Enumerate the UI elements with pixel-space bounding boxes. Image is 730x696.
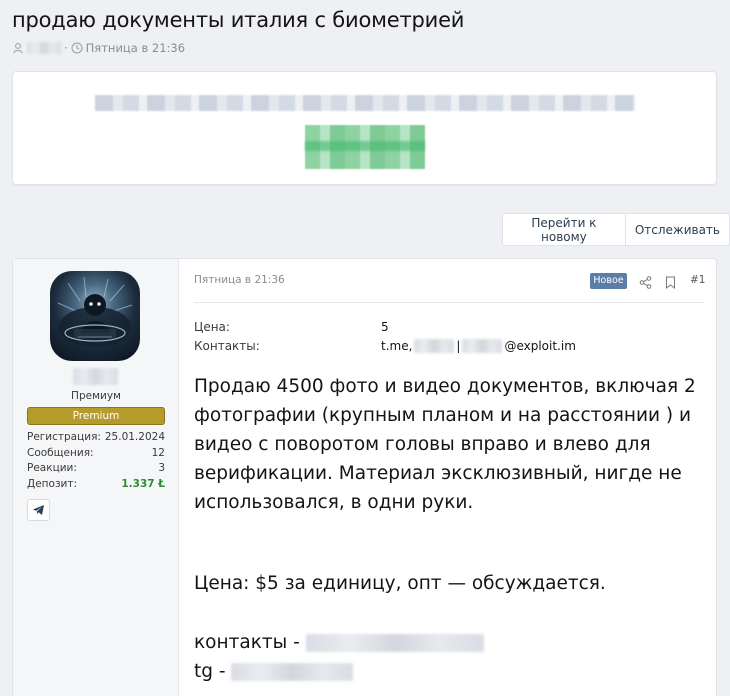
stat-deposit: Депозит: 1.337 Ł bbox=[27, 477, 165, 490]
bookmark-icon[interactable] bbox=[665, 274, 676, 289]
notice-banner bbox=[12, 71, 717, 185]
stat-registration: Регистрация: 25.01.2024 bbox=[27, 431, 165, 443]
field-contacts-label: Контакты: bbox=[194, 339, 260, 353]
thread-title: продаю документы италия с биометрией bbox=[12, 8, 465, 32]
post-contacts-blurred bbox=[305, 634, 484, 652]
stat-reactions: Реакции: 3 bbox=[27, 462, 165, 474]
thread-actions: Перейти к новому Отслеживать bbox=[502, 213, 730, 246]
author-sidebar: Премиум Premium Регистрация: 25.01.2024 С… bbox=[13, 259, 179, 696]
field-price-label: Цена: bbox=[194, 320, 230, 334]
post-tg-blurred bbox=[231, 663, 354, 681]
premium-banner: Premium bbox=[27, 407, 165, 425]
thread-author-name[interactable] bbox=[27, 42, 61, 54]
telegram-contact-button[interactable] bbox=[27, 499, 50, 521]
watch-button[interactable]: Отслеживать bbox=[624, 214, 729, 245]
post-tg-line: tg - bbox=[194, 661, 354, 682]
clock-icon bbox=[71, 42, 83, 54]
new-badge: Новое bbox=[590, 273, 627, 289]
post-body-text: Продаю 4500 фото и видео документов, вкл… bbox=[194, 376, 696, 513]
telegram-icon bbox=[32, 505, 44, 515]
author-user-title: Премиум bbox=[71, 390, 121, 402]
post-date[interactable]: Пятница в 21:36 bbox=[194, 274, 285, 286]
post-contacts-line: контакты - bbox=[194, 632, 484, 653]
thread-meta: · Пятница в 21:36 bbox=[12, 41, 185, 55]
notice-blurred-text bbox=[95, 95, 635, 111]
post-price-line: Цена: $5 за единицу, опт — обсуждается. bbox=[194, 573, 606, 594]
field-contacts-value: t.me, | @exploit.im bbox=[381, 339, 576, 353]
post-divider bbox=[194, 302, 704, 303]
meta-separator: · bbox=[64, 41, 68, 55]
post-number[interactable]: #1 bbox=[690, 274, 705, 286]
author-stats: Регистрация: 25.01.2024 Сообщения: 12 Реак… bbox=[27, 431, 165, 493]
contacts-blurred-1 bbox=[414, 339, 455, 353]
contacts-blurred-2 bbox=[462, 339, 503, 353]
avatar[interactable] bbox=[50, 271, 140, 361]
share-icon[interactable] bbox=[639, 274, 652, 289]
user-icon bbox=[12, 42, 24, 54]
author-name[interactable] bbox=[73, 368, 118, 385]
go-to-new-button[interactable]: Перейти к новому bbox=[503, 214, 625, 245]
notice-blurred-button[interactable] bbox=[305, 125, 425, 169]
post: Премиум Premium Регистрация: 25.01.2024 С… bbox=[12, 258, 717, 696]
stat-messages: Сообщения: 12 bbox=[27, 446, 165, 459]
thread-date[interactable]: Пятница в 21:36 bbox=[86, 41, 185, 55]
field-price-value: 5 bbox=[381, 320, 389, 334]
